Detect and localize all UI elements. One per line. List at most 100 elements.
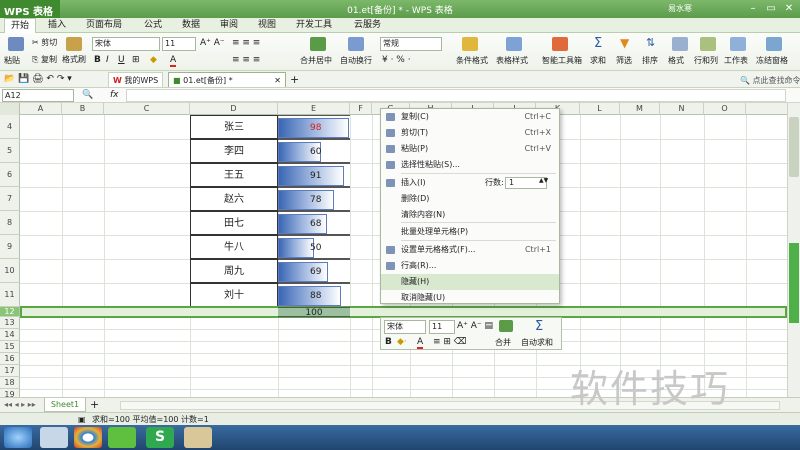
auto-wrap-button[interactable]: 自动换行	[340, 55, 372, 66]
column-header[interactable]: E	[278, 103, 350, 115]
cut-button[interactable]: ✂ 剪切	[32, 37, 57, 48]
column-header[interactable]: O	[704, 103, 746, 115]
name-cell[interactable]: 王五	[190, 163, 278, 187]
menu-tab[interactable]: 审阅	[214, 18, 244, 33]
context-menu-item[interactable]: 隐藏(H)	[381, 274, 559, 290]
name-box[interactable]: A12	[2, 89, 74, 102]
add-sheet-icon[interactable]: +	[90, 398, 99, 411]
align-top-icon[interactable]: ≡ ≡ ≡	[232, 38, 260, 48]
fill-color-icon[interactable]: ◆	[150, 55, 157, 65]
sum-button[interactable]: 求和	[590, 55, 606, 66]
column-header[interactable]: C	[104, 103, 190, 115]
format-button[interactable]: 格式	[668, 55, 684, 66]
name-cell[interactable]: 牛八	[190, 235, 278, 259]
column-header[interactable]: L	[580, 103, 620, 115]
merge-center-button[interactable]: 合并居中	[300, 55, 332, 66]
context-menu-item[interactable]: 插入(I) 行数: 1 ▲▼	[381, 175, 559, 191]
name-cell[interactable]: 李四	[190, 139, 278, 163]
column-header[interactable]: M	[620, 103, 660, 115]
score-cell[interactable]: 60	[278, 139, 350, 163]
quick-access-icons[interactable]: 📂 💾 🖨 ↶ ↷ ▾	[4, 74, 72, 84]
mini-bold-icon[interactable]: B	[385, 337, 392, 347]
mini-font-grow-icon[interactable]: A⁺ A⁻ ▤	[457, 321, 493, 331]
taskbar-wps-icon[interactable]: S	[146, 427, 174, 448]
sort-button[interactable]: 排序	[642, 55, 658, 66]
row-header[interactable]: 13	[0, 317, 20, 329]
context-menu-item[interactable]: 行高(R)...	[381, 258, 559, 274]
context-menu-item[interactable]: 清除内容(N)	[381, 207, 559, 223]
sheet-tab-sheet1[interactable]: Sheet1	[44, 398, 86, 412]
mini-autosum-button[interactable]: 自动求和	[521, 337, 553, 348]
context-menu-item[interactable]: 删除(D)	[381, 191, 559, 207]
score-cell[interactable]: 68	[278, 211, 350, 235]
row-header[interactable]: 11	[0, 283, 20, 307]
format-painter-icon[interactable]	[66, 37, 82, 51]
tab-document[interactable]: ■ 01.et[备份] * ✕	[168, 72, 286, 87]
row-header[interactable]: 9	[0, 235, 20, 259]
row-header[interactable]: 4	[0, 115, 20, 139]
row-header[interactable]: 6	[0, 163, 20, 187]
bold-icon[interactable]: B	[94, 55, 101, 65]
taskbar-folder-icon[interactable]	[184, 427, 212, 448]
mini-font-select[interactable]: 宋体	[384, 320, 426, 334]
close-icon[interactable]: ✕	[782, 2, 796, 15]
row-header[interactable]: 10	[0, 259, 20, 283]
sheet-nav-arrows[interactable]: ◂◂ ◂ ▸ ▸▸	[4, 400, 36, 409]
mini-font-color-icon[interactable]: A	[417, 337, 424, 349]
menu-tab[interactable]: 开发工具	[290, 18, 338, 33]
command-search[interactable]: 🔍 点此查找命令	[740, 75, 800, 86]
menu-tab[interactable]: 开始	[4, 18, 37, 33]
row-col-icon[interactable]	[700, 37, 716, 51]
font-select[interactable]: 宋体	[92, 37, 160, 51]
filter-button[interactable]: 筛选	[616, 55, 632, 66]
context-menu-item[interactable]: 粘贴(P) Ctrl+V	[381, 141, 559, 157]
close-tab-icon[interactable]: ✕	[274, 73, 281, 88]
font-size-select[interactable]: 11	[162, 37, 196, 51]
menu-tab[interactable]: 视图	[252, 18, 282, 33]
worksheet-icon[interactable]	[730, 37, 746, 51]
start-button[interactable]	[4, 427, 32, 448]
conditional-format-icon[interactable]	[462, 37, 478, 51]
paste-icon[interactable]	[8, 37, 24, 51]
score-cell[interactable]: 78	[278, 187, 350, 211]
taskbar-explorer-icon[interactable]	[40, 427, 68, 448]
paste-button[interactable]: 粘贴	[4, 55, 20, 66]
conditional-format-button[interactable]: 条件格式	[456, 55, 488, 66]
sum-icon[interactable]: Σ	[594, 36, 602, 51]
menu-tab[interactable]: 云服务	[348, 18, 387, 33]
smart-toolbox-icon[interactable]	[552, 37, 568, 51]
percent-icon[interactable]: ¥ · % ·	[382, 55, 411, 65]
mini-sum-icon[interactable]: Σ	[535, 319, 543, 334]
merge-center-icon[interactable]	[310, 37, 326, 51]
context-menu-item[interactable]: 取消隐藏(U)	[381, 290, 559, 306]
mini-fill-icon[interactable]: ◆·	[397, 337, 407, 347]
context-menu-item[interactable]: 设置单元格格式(F)... Ctrl+1	[381, 242, 559, 258]
name-cell[interactable]: 赵六	[190, 187, 278, 211]
table-style-button[interactable]: 表格样式	[496, 55, 528, 66]
mini-size-select[interactable]: 11	[429, 320, 455, 334]
menu-tab[interactable]: 公式	[138, 18, 168, 33]
row-header[interactable]: 12	[0, 307, 20, 317]
row-header[interactable]: 7	[0, 187, 20, 211]
formula-input[interactable]	[126, 89, 786, 102]
column-header[interactable]: N	[660, 103, 704, 115]
row-header[interactable]: 16	[0, 353, 20, 365]
context-menu-item[interactable]: 选择性粘贴(S)...	[381, 157, 559, 173]
scroll-thumb[interactable]	[789, 117, 799, 177]
name-cell[interactable]: 张三	[190, 115, 278, 139]
menu-tab[interactable]: 数据	[176, 18, 206, 33]
underline-icon[interactable]: U	[118, 55, 125, 65]
auto-wrap-icon[interactable]	[348, 37, 364, 51]
menu-tab[interactable]: 插入	[42, 18, 72, 33]
score-cell[interactable]: 50	[278, 235, 350, 259]
taskbar-wechat-icon[interactable]	[108, 427, 136, 448]
filter-icon[interactable]: ▼	[620, 36, 629, 50]
border-icon[interactable]: ⊞	[132, 55, 140, 65]
row-header[interactable]: 5	[0, 139, 20, 163]
menu-tab[interactable]: 页面布局	[80, 18, 128, 33]
minimize-icon[interactable]: –	[746, 2, 760, 15]
copy-button[interactable]: ⎘ 复制	[32, 54, 57, 65]
row-header[interactable]: 14	[0, 329, 20, 341]
context-menu-item[interactable]: 批量处理单元格(P)	[381, 224, 559, 240]
select-all-corner[interactable]	[0, 103, 20, 115]
